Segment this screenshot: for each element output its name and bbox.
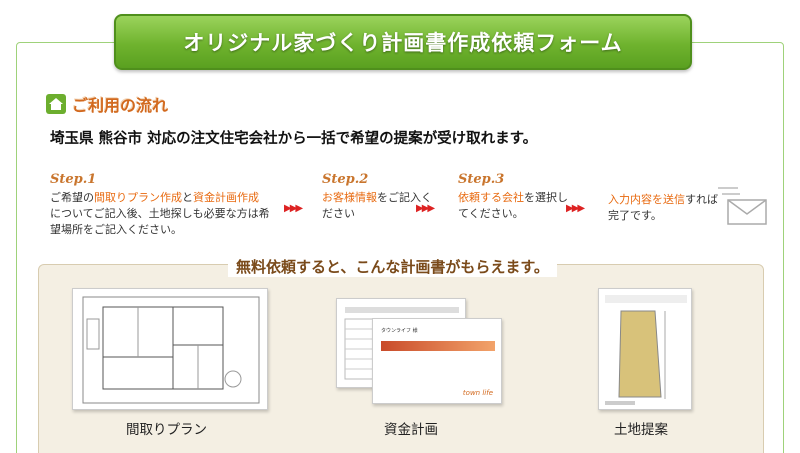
floor-plan-image (72, 288, 268, 410)
step-2: Step.2 お客様情報をご記入ください (322, 172, 432, 222)
step-4-text: 入力内容を送信すれば完了です。 (608, 193, 718, 222)
step-3-title: Step.3 (458, 172, 505, 187)
fund-cover-image: タウンライフ 様 town life (372, 318, 502, 404)
flow-heading-label: ご利用の流れ (72, 96, 169, 115)
arrow-icon: ▶▶▶ (566, 203, 585, 214)
form-title: オリジナル家づくり計画書作成依頼フォーム (183, 31, 623, 55)
step-2-title: Step.2 (322, 172, 369, 187)
step-1-text: ご希望の間取りプラン作成と資金計画作成 についてご記入後、土地探しも必要な方は希望… (50, 191, 270, 236)
land-proposal-image (598, 288, 692, 410)
lead-text: 埼玉県 熊谷市 対応の注文住宅会社から一括で希望の提案が受け取れます。 (50, 131, 538, 147)
caption-fund-plan: 資金計画 (384, 422, 438, 438)
arrow-icon: ▶▶▶ (416, 203, 435, 214)
flow-section-heading: ご利用の流れ (46, 92, 168, 116)
form-title-banner: オリジナル家づくり計画書作成依頼フォーム (114, 14, 692, 70)
step-1: Step.1 ご希望の間取りプラン作成と資金計画作成 についてご記入後、土地探しも… (50, 172, 280, 238)
home-icon (46, 94, 66, 114)
fund-cover-title: タウンライフ 様 (381, 328, 418, 334)
mail-icon (716, 182, 772, 232)
caption-land-proposal: 土地提案 (614, 422, 668, 438)
caption-floor-plan: 間取りプラン (126, 422, 207, 438)
step-4: 入力内容を送信すれば完了です。 (608, 192, 718, 224)
fund-cover-brand: town life (462, 389, 493, 397)
step-3-text: 依頼する会社を選択してください。 (458, 191, 568, 220)
arrow-icon: ▶▶▶ (284, 203, 303, 214)
step-3: Step.3 依頼する会社を選択してください。 (458, 172, 568, 222)
step-1-title: Step.1 (50, 172, 97, 187)
sample-heading: 無料依頼すると、こんな計画書がもらえます。 (228, 256, 557, 277)
fund-cover-band (381, 341, 495, 351)
